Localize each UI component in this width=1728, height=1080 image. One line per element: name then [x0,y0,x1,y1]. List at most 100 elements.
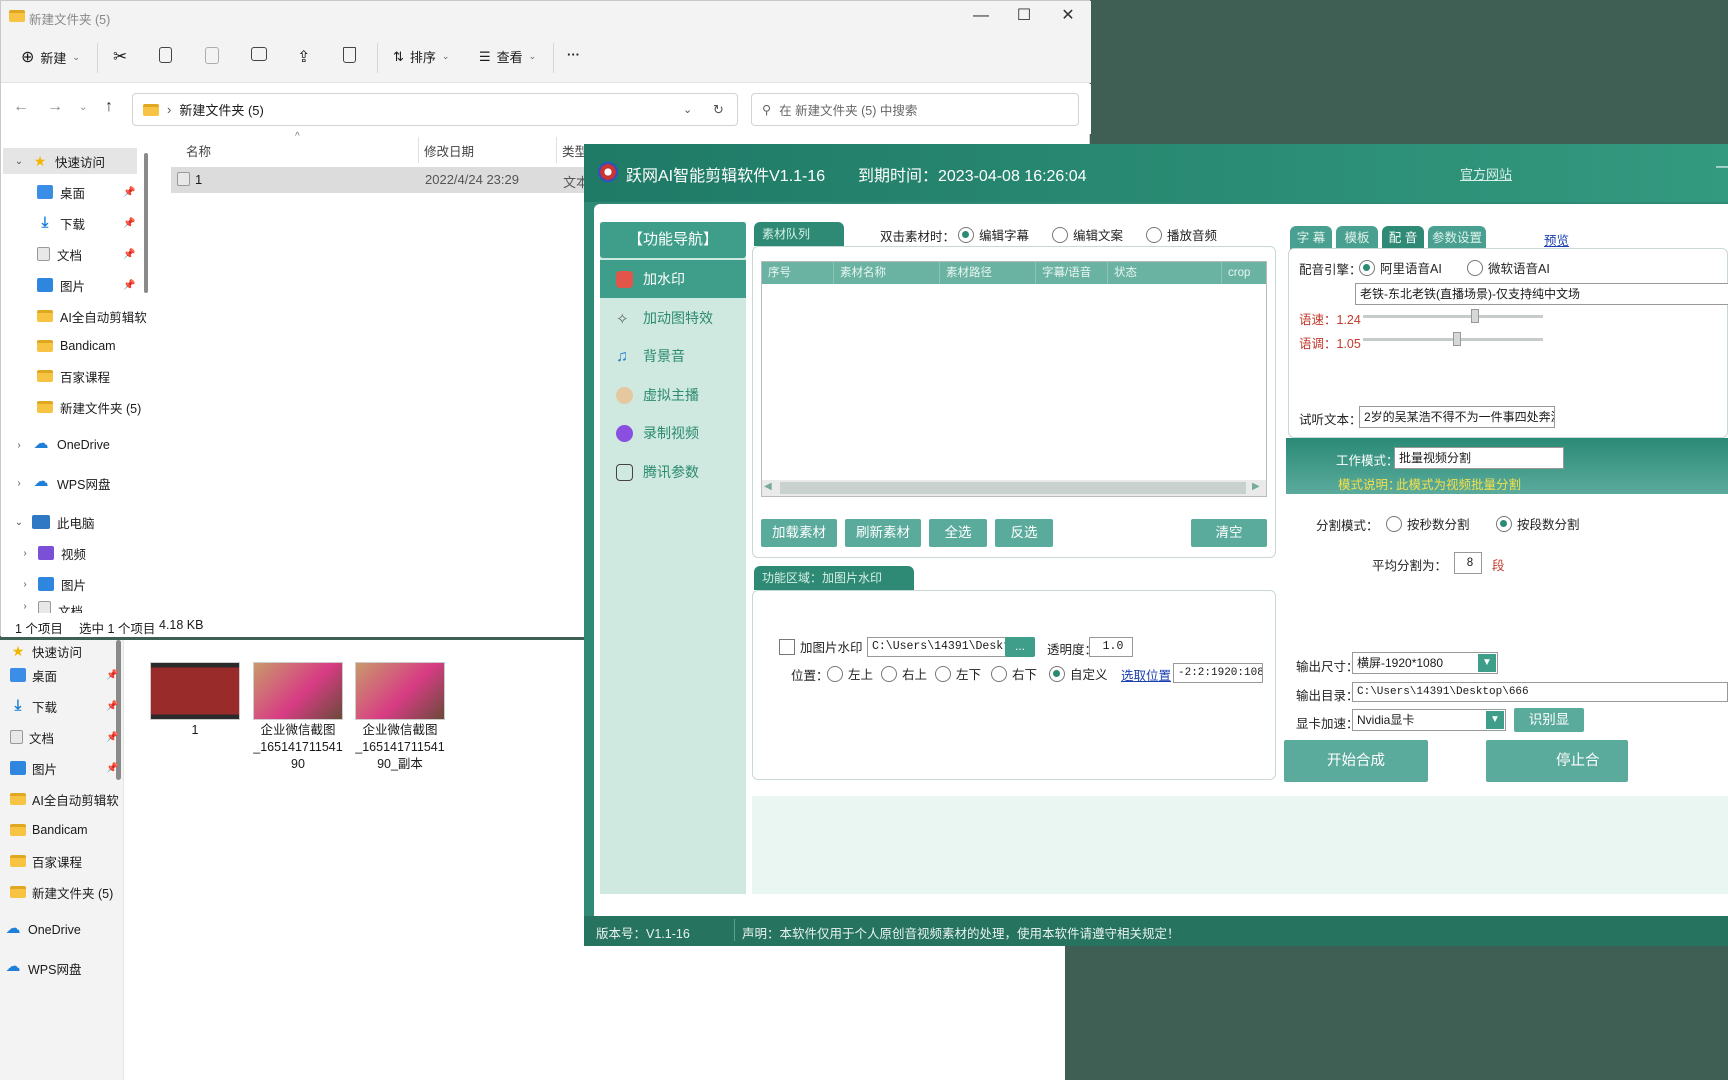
nav-pc-pictures[interactable]: › 图片 [19,571,86,597]
engine-aliyun[interactable]: 阿里语音AI [1359,258,1442,277]
recent-dropdown-icon[interactable]: ⌄ [79,102,87,113]
nav-item-tencent[interactable]: 腾讯参数 [600,453,746,491]
image-watermark-checkbox[interactable]: 加图片水印 [779,637,863,656]
cut-icon[interactable]: ✂ [113,47,127,67]
nav-folder-courses[interactable]: 百家课程 [37,363,110,389]
speed-slider[interactable] [1363,315,1543,318]
delete-icon[interactable] [343,47,356,63]
nav-pictures[interactable]: 图片 📌 [37,272,135,298]
nav-item-virtual-host[interactable]: 虚拟主播 [600,376,746,414]
queue-tab[interactable]: 素材队列 [754,222,844,246]
opacity-input[interactable]: 1.0 [1089,637,1133,657]
sort-button[interactable]: ⇅ 排序 ⌄ [393,47,449,66]
back-nav-pictures[interactable]: 图片 📌 [10,757,118,779]
back-nav-folder-new[interactable]: 新建文件夹 (5) [10,881,113,903]
official-site-link[interactable]: 官方网站 [1460,164,1512,183]
start-compose-button[interactable]: 开始合成 [1284,740,1428,782]
minimize-icon[interactable]: — [1716,158,1728,176]
function-area-tab[interactable]: 功能区域：加图片水印 [754,566,914,590]
nav-onedrive[interactable]: › ☁ OneDrive [13,432,109,458]
refresh-material-button[interactable]: 刷新素材 [845,519,921,547]
position-custom[interactable]: 自定义 [1049,664,1108,683]
copy-icon[interactable] [159,47,172,63]
column-header-modified[interactable]: 修改日期 [424,141,474,160]
voice-select[interactable]: 老铁-东北老铁(直播场景)-仅支持纯中文场 [1355,283,1728,305]
video-thumbnail[interactable] [150,662,240,720]
tab-template[interactable]: 模板 [1336,226,1378,250]
stop-compose-button[interactable]: 停止合 [1486,740,1628,782]
scroll-right-icon[interactable]: ▶ [1252,481,1260,492]
scroll-thumb[interactable] [780,482,1246,494]
engine-microsoft[interactable]: 微软语音AI [1467,258,1550,277]
back-nav-documents[interactable]: 文档 📌 [10,726,118,748]
close-button[interactable]: ✕ [1054,5,1082,27]
nav-item-bg-music[interactable]: ♫ 背景音 [600,337,746,375]
rename-icon[interactable] [251,47,267,61]
file-label[interactable]: 企业微信截图 _165141711541 90_副本 [348,722,452,773]
nav-item-gif-effects[interactable]: ✧ 加动图特效 [600,299,746,337]
nav-folder-bandicam[interactable]: Bandicam [37,333,116,359]
chevron-down-icon[interactable]: ⌄ [683,103,692,116]
address-bar[interactable]: › 新建文件夹 (5) ⌄ ↻ [132,93,738,126]
trial-text-input[interactable]: 2岁的吴某浩不得不为一件事四处奔波 [1359,406,1555,428]
nav-item-record[interactable]: 录制视频 [600,414,746,452]
tab-params[interactable]: 参数设置 [1428,226,1486,250]
image-thumbnail[interactable] [253,662,343,720]
back-nav-wps[interactable]: ☁ WPS网盘 [4,957,82,979]
breadcrumb[interactable]: 新建文件夹 (5) [179,100,264,119]
forward-arrow-icon[interactable]: → [47,98,63,116]
load-material-button[interactable]: 加载素材 [761,519,837,547]
queue-table[interactable]: 序号 素材名称 素材路径 字幕/语音 状态 crop ◀ ▶ [761,261,1267,497]
nav-quick-access[interactable]: ⌄ ★ 快速访问 [3,148,137,174]
option-play-audio[interactable]: 播放音频 [1146,225,1217,244]
select-all-button[interactable]: 全选 [929,519,987,547]
sidebar-scrollbar[interactable] [144,153,148,293]
invert-selection-button[interactable]: 反选 [995,519,1053,547]
nav-this-pc[interactable]: ⌄ 此电脑 [13,509,95,535]
horizontal-scrollbar[interactable]: ◀ ▶ [762,480,1266,496]
file-label[interactable]: 1 [143,722,247,739]
output-dir-input[interactable]: C:\Users\14391\Desktop\666 [1352,682,1728,702]
back-nav-folder-ai[interactable]: AI全自动剪辑软 [10,788,119,810]
pick-position-link[interactable]: 选取位置 [1121,665,1171,684]
nav-downloads[interactable]: ⤓ 下载 📌 [37,210,136,236]
column-header-name[interactable]: 名称 [186,141,211,160]
option-edit-copy[interactable]: 编辑文案 [1052,225,1123,244]
paste-icon[interactable] [205,47,219,64]
file-label[interactable]: 企业微信截图 _165141711541 90 [246,722,350,773]
preview-link[interactable]: 预览 [1544,230,1569,249]
nav-folder-new[interactable]: 新建文件夹 (5) [37,394,141,420]
watermark-path-input[interactable]: C:\Users\14391\Desktop\I [867,637,1007,657]
share-icon[interactable]: ⇪ [297,47,310,67]
browse-button[interactable]: ... [1005,637,1035,657]
image-thumbnail[interactable] [355,662,445,720]
position-bottom-left[interactable]: 左下 [935,664,981,683]
back-nav-quick-access[interactable]: ★ 快速访问 [10,640,82,662]
tone-slider-knob[interactable] [1453,332,1461,346]
work-mode-select[interactable]: 批量视频分割 [1394,447,1564,469]
refresh-icon[interactable]: ↻ [713,102,724,118]
nav-videos[interactable]: › 视频 [19,540,86,566]
up-arrow-icon[interactable]: ↑ [105,98,113,116]
minimize-button[interactable]: — [967,5,995,27]
nav-pc-documents[interactable]: › 文档 [19,601,83,613]
gpu-select[interactable]: Nvidia显卡 ▼ [1352,709,1506,731]
position-bottom-right[interactable]: 右下 [991,664,1037,683]
split-by-segments[interactable]: 按段数分割 [1496,514,1580,533]
new-button[interactable]: ⊕ 新建 ⌄ [21,47,80,67]
option-edit-subtitle[interactable]: 编辑字幕 [958,225,1029,244]
view-button[interactable]: ☰ 查看 ⌄ [479,47,536,66]
back-nav-folder-bandicam[interactable]: Bandicam [10,819,88,841]
nav-documents[interactable]: 文档 📌 [37,241,135,267]
search-input[interactable]: ⚲ 在 新建文件夹 (5) 中搜索 [751,93,1079,126]
nav-desktop[interactable]: 桌面 📌 [37,179,135,205]
nav-wps[interactable]: › ☁ WPS网盘 [13,470,110,496]
tab-dubbing[interactable]: 配 音 [1382,226,1424,250]
speed-slider-knob[interactable] [1471,309,1479,323]
position-top-right[interactable]: 右上 [881,664,927,683]
more-options-button[interactable]: ··· [567,47,580,62]
maximize-button[interactable]: ☐ [1010,5,1038,27]
back-nav-downloads[interactable]: ⤓ 下载 📌 [10,695,119,717]
tab-subtitle[interactable]: 字 幕 [1290,226,1332,250]
segment-count-input[interactable]: 8 [1454,552,1482,574]
